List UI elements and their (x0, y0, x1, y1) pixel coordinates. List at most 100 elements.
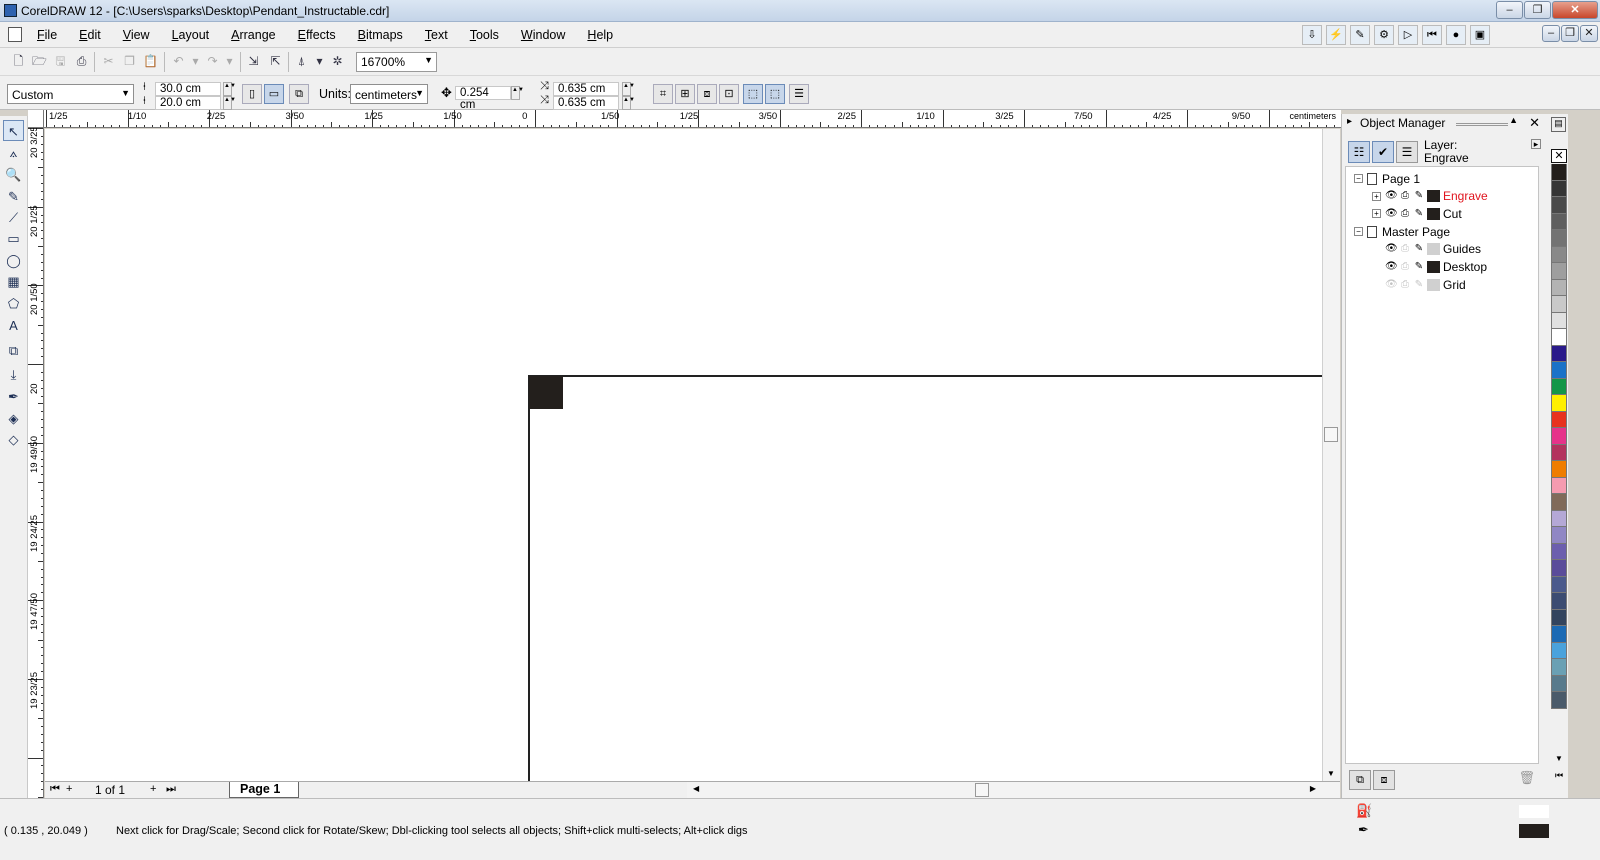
landscape-button[interactable]: ▭ (264, 84, 284, 104)
outline-color-swatch[interactable] (1519, 824, 1549, 838)
add-page-before-icon[interactable]: + (66, 783, 72, 795)
play-icon[interactable]: ▷ (1398, 25, 1418, 45)
rectangle-tool-icon[interactable]: ▭ (3, 228, 24, 249)
coreldraw-app-icon[interactable] (4, 4, 17, 17)
color-swatch[interactable] (1551, 659, 1567, 676)
color-swatch[interactable] (1551, 675, 1567, 692)
menu-edit[interactable]: Edit (79, 28, 101, 42)
show-object-properties-button[interactable]: ☷ (1348, 141, 1370, 163)
treat-as-filled-button[interactable]: ⬚ (743, 84, 763, 104)
export-icon[interactable]: ⇱ (266, 52, 285, 71)
edit-pencil-icon[interactable]: ✎ (1413, 261, 1425, 273)
printer-icon[interactable]: ⎙ (1399, 243, 1411, 255)
color-swatch[interactable] (1551, 494, 1567, 511)
duplicate-y-spinner[interactable]: ▲▼ (622, 96, 635, 110)
page-height-field[interactable]: 20.0 cm (155, 96, 221, 110)
tree-page-node[interactable]: − Page 1 (1354, 170, 1420, 187)
doc-close-button[interactable]: ✕ (1580, 25, 1598, 42)
color-swatch[interactable] (1551, 345, 1567, 362)
vertical-ruler[interactable]: 20 3/25 20 1/25 20 1/50 20 19 49/50 19 24/25 1… (28, 128, 44, 798)
scroll-right-arrow-icon[interactable]: ▶ (1310, 784, 1316, 793)
interactive-fill-tool-icon[interactable]: ◇ (3, 429, 24, 450)
vertical-scroll-thumb[interactable] (1324, 427, 1338, 442)
color-swatch[interactable] (1551, 576, 1567, 593)
eyedropper-tool-icon[interactable]: ⤓ (3, 364, 24, 385)
scroll-left-arrow-icon[interactable]: ◀ (693, 784, 699, 793)
first-page-icon[interactable]: ⏮ (50, 783, 60, 796)
nudge-distance-field[interactable]: 0.254 cm (455, 86, 511, 111)
drawing-canvas[interactable] (45, 129, 1322, 781)
menu-bitmaps[interactable]: Bitmaps (358, 28, 403, 42)
open-icon[interactable]: 🗁 (30, 52, 49, 71)
menu-help[interactable]: Help (587, 28, 613, 42)
all-pages-button[interactable]: ⧉ (289, 84, 309, 104)
duplicate-x-spinner[interactable]: ▲▼ (622, 82, 635, 96)
chevron-down-icon[interactable]: ▼ (415, 88, 424, 98)
color-swatch[interactable] (1551, 642, 1567, 659)
pin-icon[interactable]: ✎ (1350, 25, 1370, 45)
selected-black-rectangle[interactable] (529, 376, 563, 409)
copy-icon[interactable]: ❐ (120, 52, 139, 71)
color-swatch[interactable] (1551, 477, 1567, 494)
outline-pen-icon[interactable]: ✒ (1358, 822, 1369, 838)
layer-color-swatch[interactable] (1427, 190, 1440, 203)
paper-type-combo[interactable]: Custom ▼ (7, 84, 134, 104)
color-swatch[interactable] (1551, 593, 1567, 610)
chevron-down-icon[interactable]: ▼ (424, 55, 433, 65)
collapse-icon[interactable]: − (1354, 174, 1363, 183)
color-swatch[interactable] (1551, 164, 1567, 181)
color-swatch[interactable] (1551, 560, 1567, 577)
screen-icon[interactable]: ▣ (1470, 25, 1490, 45)
save-icon[interactable]: 🖫 (51, 52, 70, 71)
duplicate-distance-y-field[interactable]: 0.635 cm (553, 96, 619, 110)
options-button[interactable]: ☰ (789, 84, 809, 104)
horizontal-ruler[interactable]: 1/25 1/10 2/25 3/50 1/25 1/50 0 1/50 1/25 3/50 2/2… (44, 110, 1341, 128)
collapse-icon[interactable]: − (1354, 227, 1363, 237)
visibility-eye-icon[interactable]: 👁 (1385, 208, 1398, 220)
color-swatch[interactable] (1551, 362, 1567, 379)
docker-grip[interactable] (1456, 123, 1508, 126)
redo-dropdown-icon[interactable]: ▾ (220, 52, 239, 71)
tree-page-node[interactable]: − Master Page (1354, 223, 1450, 240)
shape-tool-icon[interactable]: ⟑ (3, 142, 24, 163)
chevron-down-icon[interactable]: ▼ (121, 88, 130, 98)
color-swatch[interactable] (1551, 213, 1567, 230)
rewind-icon[interactable]: ⏮ (1422, 25, 1442, 45)
scroll-down-arrow-icon[interactable]: ▼ (1327, 769, 1335, 778)
vertical-scrollbar[interactable]: ▼ (1322, 129, 1340, 781)
layer-color-swatch[interactable] (1427, 207, 1440, 220)
edit-across-layers-button[interactable]: ✔ (1372, 141, 1394, 163)
horizontal-scrollbar[interactable]: ◀ ▶ (687, 781, 1340, 798)
docker-arrow-icon[interactable]: ▸ (1347, 116, 1352, 127)
draw-object-button[interactable]: ⬚ (765, 84, 785, 104)
snap-to-objects-button[interactable]: ⧈ (697, 84, 717, 104)
pick-tool-icon[interactable]: ↖ (3, 120, 24, 141)
expand-icon[interactable]: + (1372, 209, 1381, 219)
color-swatch[interactable] (1551, 510, 1567, 527)
color-swatch[interactable] (1551, 180, 1567, 197)
color-swatch[interactable] (1551, 411, 1567, 428)
edit-pencil-icon[interactable]: ✎ (1413, 208, 1425, 220)
layer-color-swatch[interactable] (1427, 243, 1440, 256)
visibility-eye-icon[interactable]: 👁 (1385, 261, 1398, 273)
close-button[interactable]: ✕ (1552, 1, 1598, 19)
layer-color-swatch[interactable] (1427, 260, 1440, 273)
menu-text[interactable]: Text (425, 28, 448, 42)
dynamic-guides-button[interactable]: ⊡ (719, 84, 739, 104)
visibility-eye-icon[interactable]: 👁 (1385, 190, 1398, 202)
color-swatch[interactable] (1551, 246, 1567, 263)
units-combo[interactable]: centimeters ▼ (350, 84, 428, 104)
page-height-spinner[interactable]: ▲▼ (223, 96, 236, 110)
menu-view[interactable]: View (123, 28, 150, 42)
color-swatch[interactable] (1551, 378, 1567, 395)
visibility-eye-icon[interactable]: 👁 (1385, 279, 1398, 291)
paste-icon[interactable]: 📋 (141, 52, 160, 71)
outline-tool-icon[interactable]: ✒ (3, 386, 24, 407)
new-icon[interactable]: 🗋 (9, 52, 28, 71)
corel-online-icon[interactable]: ⇩ (1302, 25, 1322, 45)
color-swatch[interactable] (1551, 461, 1567, 478)
close-docker-icon[interactable]: ✕ (1529, 115, 1540, 131)
color-swatch[interactable] (1551, 395, 1567, 412)
color-swatch[interactable] (1551, 296, 1567, 313)
color-swatch[interactable] (1551, 527, 1567, 544)
